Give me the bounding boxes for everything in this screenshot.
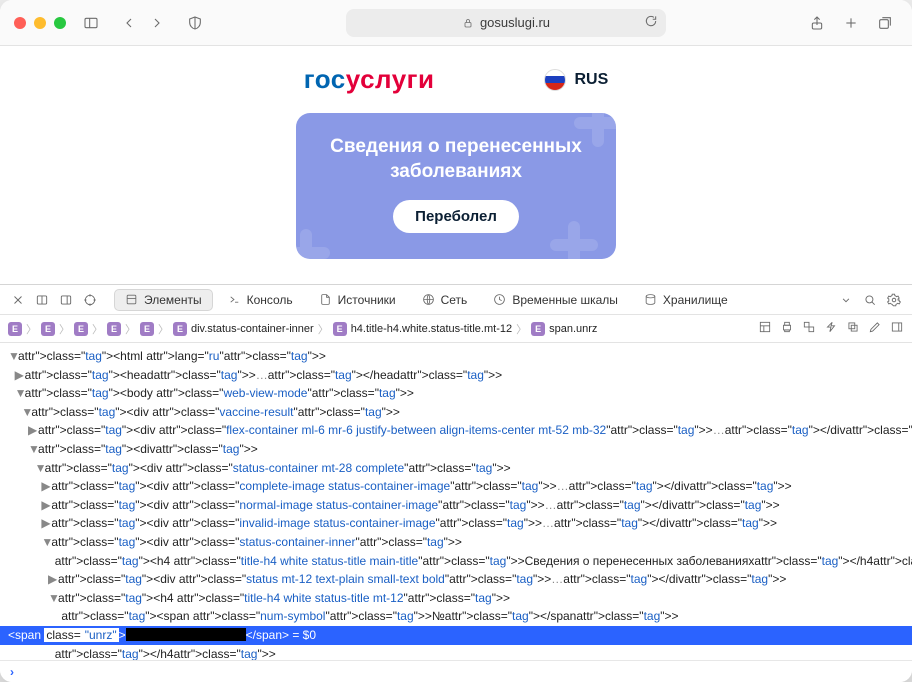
dock-detach-button[interactable]: [56, 290, 76, 310]
print-styles-icon[interactable]: [780, 320, 794, 337]
tab-sources[interactable]: Источники: [308, 289, 407, 311]
breadcrumb-item[interactable]: h4.title-h4.white.status-title.mt-12: [351, 323, 512, 335]
browser-titlebar: gosuslugi.ru: [0, 0, 912, 46]
breadcrumb-item[interactable]: span.unrz: [549, 323, 597, 335]
tab-elements[interactable]: Элементы: [114, 289, 213, 311]
paint-flashing-icon[interactable]: [824, 320, 838, 337]
address-bar[interactable]: gosuslugi.ru: [346, 9, 666, 37]
sidebar-toggle-button[interactable]: [78, 10, 104, 36]
element-badge-icon: E: [8, 322, 22, 336]
close-devtools-button[interactable]: [8, 290, 28, 310]
force-state-icon[interactable]: [802, 320, 816, 337]
console-prompt-icon: ›: [10, 665, 14, 679]
tab-timelines[interactable]: Временные шкалы: [482, 289, 629, 311]
lock-icon: [462, 17, 474, 29]
minimize-window-button[interactable]: [34, 17, 46, 29]
webpage-viewport: госуслуги RUS Сведения о перенесенныхзаб…: [0, 46, 912, 284]
status-card: Сведения о перенесенныхзаболеваниях Пере…: [296, 113, 616, 259]
edit-icon[interactable]: [868, 320, 882, 337]
breadcrumb-item[interactable]: div.status-container-inner: [191, 323, 314, 335]
language-selector[interactable]: RUS: [544, 69, 608, 91]
tab-console[interactable]: Консоль: [217, 289, 304, 311]
share-button[interactable]: [804, 10, 830, 36]
search-button[interactable]: [860, 290, 880, 310]
compositing-icon[interactable]: [846, 320, 860, 337]
privacy-shield-button[interactable]: [182, 10, 208, 36]
element-picker-button[interactable]: [80, 290, 100, 310]
forward-button[interactable]: [144, 10, 170, 36]
new-tab-button[interactable]: [838, 10, 864, 36]
reload-button[interactable]: [644, 14, 658, 31]
dom-tree[interactable]: ▼attr">class="tag"><html attr">lang="ru"…: [0, 343, 912, 660]
close-window-button[interactable]: [14, 17, 26, 29]
tab-network[interactable]: Сеть: [411, 289, 479, 311]
redacted-text: [126, 628, 246, 641]
flag-ru-icon: [544, 69, 566, 91]
settings-button[interactable]: [884, 290, 904, 310]
web-inspector: Элементы Консоль Источники Сеть Временны…: [0, 284, 912, 682]
breadcrumb-bar: E〉 E〉 E〉 E〉 E〉 E div.status-container-in…: [0, 315, 912, 343]
language-label: RUS: [574, 71, 608, 89]
tab-storage[interactable]: Хранилище: [633, 289, 739, 311]
window-controls: [14, 17, 66, 29]
toggle-panel-icon[interactable]: [890, 320, 904, 337]
more-tabs-button[interactable]: [836, 290, 856, 310]
layout-tool-icon[interactable]: [758, 320, 772, 337]
selected-dom-node[interactable]: <span class="unrz"></span> = $0: [0, 626, 912, 645]
dock-side-button[interactable]: [32, 290, 52, 310]
console-drawer[interactable]: ›: [0, 660, 912, 682]
maximize-window-button[interactable]: [54, 17, 66, 29]
tabs-overview-button[interactable]: [872, 10, 898, 36]
safari-window: gosuslugi.ru госуслуги RUS Сведения о: [0, 0, 912, 682]
devtools-toolbar: Элементы Консоль Источники Сеть Временны…: [0, 285, 912, 315]
back-button[interactable]: [116, 10, 142, 36]
address-bar-host: gosuslugi.ru: [480, 15, 550, 30]
site-logo[interactable]: госуслуги: [304, 64, 435, 95]
recovered-button[interactable]: Переболел: [393, 200, 519, 233]
card-title: Сведения о перенесенныхзаболеваниях: [314, 135, 598, 184]
